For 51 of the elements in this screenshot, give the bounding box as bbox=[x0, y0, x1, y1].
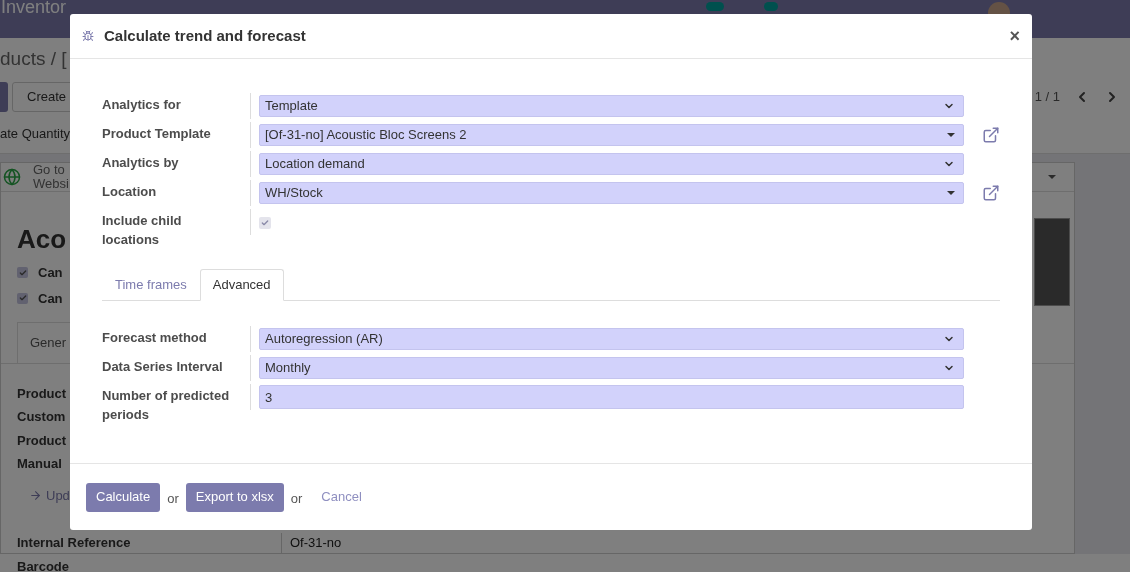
field-label: Product bbox=[17, 384, 67, 403]
field-label: Internal Reference bbox=[17, 534, 132, 552]
checkbox[interactable] bbox=[17, 267, 28, 279]
caret-icon bbox=[947, 191, 955, 195]
product-title: Aco bbox=[17, 223, 67, 256]
external-link-icon[interactable] bbox=[982, 184, 1000, 202]
select-field[interactable]: Template bbox=[259, 95, 964, 117]
field-label: Forecast method bbox=[102, 329, 208, 347]
field-label: Barcode bbox=[17, 557, 70, 572]
field-label: Analytics by bbox=[102, 154, 180, 172]
field-label: Include child locations bbox=[102, 212, 183, 249]
action-button[interactable]: Export to xlsx bbox=[185, 482, 284, 512]
bug-icon bbox=[82, 30, 94, 42]
field-label: Manual bbox=[17, 455, 62, 473]
action-button[interactable]: Calculate bbox=[86, 482, 161, 512]
separator-text: or bbox=[167, 489, 179, 508]
field-label: Custom bbox=[17, 408, 66, 426]
field-label: Analytics for bbox=[102, 96, 182, 114]
app-name[interactable]: Inventor bbox=[0, 0, 67, 14]
checkbox-label: Can bbox=[38, 289, 63, 308]
tab[interactable]: Advanced bbox=[199, 269, 284, 301]
field-label: Product Template bbox=[102, 125, 212, 143]
field-label: Location bbox=[102, 183, 158, 201]
field-label: Product bbox=[17, 431, 67, 450]
close-button[interactable]: × bbox=[1009, 27, 1020, 45]
tab[interactable]: Time frames bbox=[102, 269, 200, 301]
select-field[interactable]: Location demand bbox=[259, 153, 964, 175]
website-button[interactable]: Go to Websi bbox=[33, 163, 69, 191]
external-link-icon[interactable] bbox=[982, 126, 1000, 144]
action-button[interactable]: ate Quantity bbox=[0, 123, 71, 144]
caret-icon bbox=[947, 133, 955, 137]
checkbox-label: Can bbox=[38, 264, 63, 282]
select-field[interactable]: [Of-31-no] Acoustic Bloc Screens 2 bbox=[259, 124, 964, 146]
select-field[interactable]: WH/Stock bbox=[259, 182, 964, 204]
breadcrumb: ducts / [ bbox=[0, 46, 67, 71]
update-link[interactable]: Upd bbox=[46, 485, 70, 505]
checkbox[interactable] bbox=[17, 292, 28, 304]
input-field[interactable]: 3 bbox=[259, 385, 964, 409]
caret-icon[interactable] bbox=[1048, 175, 1056, 179]
checkbox[interactable] bbox=[259, 217, 271, 229]
pager: 1 / 1 bbox=[1034, 88, 1060, 107]
separator-text: or bbox=[290, 489, 303, 508]
globe-icon bbox=[3, 168, 21, 186]
field-label: Data Series Interval bbox=[102, 358, 224, 376]
arrow-right-icon bbox=[29, 488, 42, 502]
cancel-link[interactable]: Cancel bbox=[321, 487, 362, 507]
dialog-title: Calculate trend and forecast bbox=[104, 25, 306, 46]
field-label: Number of predicted periods bbox=[102, 387, 231, 424]
select-field[interactable]: Monthly bbox=[259, 357, 964, 379]
field-value: Of-31-no bbox=[290, 535, 342, 550]
select-field[interactable]: Autoregression (AR) bbox=[259, 328, 964, 350]
